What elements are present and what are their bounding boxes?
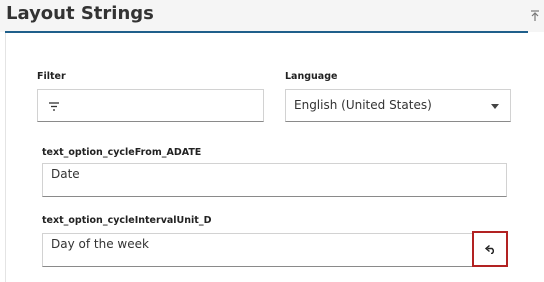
filter-input[interactable] [64,96,254,116]
undo-button[interactable] [472,231,508,267]
collapse-up-icon [531,10,539,21]
collapse-button[interactable] [528,9,542,23]
chevron-down-icon [491,104,499,109]
page-title: Layout Strings [6,3,154,24]
undo-icon [484,244,494,254]
string-key-label: text_option_cycleFrom_ADATE [42,147,202,158]
filter-field[interactable] [37,89,264,122]
string-value-field[interactable]: Date [42,163,507,197]
language-selected-value: English (United States) [294,98,432,112]
language-label: Language [285,71,338,82]
string-value-text: Date [51,167,80,181]
language-select[interactable]: English (United States) [285,89,511,122]
filter-icon [49,102,59,111]
panel-header: Layout Strings [0,0,544,33]
string-key-label: text_option_cycleIntervalUnit_D [42,215,212,226]
string-value-field[interactable]: Day of the week [42,233,507,267]
filter-label: Filter [37,71,66,82]
string-value-text: Day of the week [51,237,149,251]
